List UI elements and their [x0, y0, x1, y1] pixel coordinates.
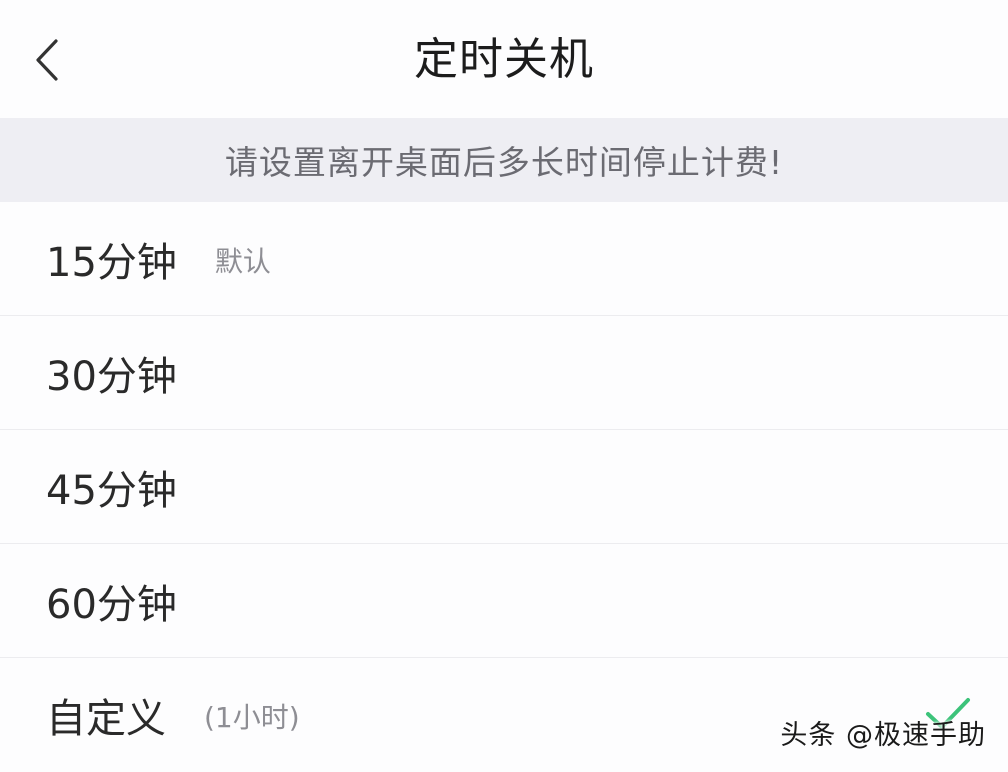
option-30-min[interactable]: 30分钟: [0, 316, 1008, 430]
default-tag: 默认: [214, 244, 271, 278]
duration-options-list: 15分钟 默认 30分钟 45分钟 60分钟 自定义 (1小时): [0, 202, 1008, 772]
notice-text: 请设置离开桌面后多长时间停止计费!: [224, 143, 784, 182]
option-label: 15分钟: [46, 239, 177, 286]
timer-shutdown-screen: 定时关机 请设置离开桌面后多长时间停止计费! 15分钟 默认 30分钟 45分钟…: [0, 0, 1008, 772]
option-label: 60分钟: [46, 581, 177, 628]
custom-value-note: (1小时): [204, 701, 300, 734]
notice-banner: 请设置离开桌面后多长时间停止计费!: [0, 118, 1008, 202]
option-label: 45分钟: [46, 467, 177, 514]
option-label: 自定义: [46, 696, 166, 742]
option-label: 30分钟: [46, 353, 177, 400]
page-title: 定时关机: [414, 34, 594, 85]
option-45-min[interactable]: 45分钟: [0, 430, 1008, 544]
option-15-min[interactable]: 15分钟 默认: [0, 202, 1008, 316]
option-60-min[interactable]: 60分钟: [0, 544, 1008, 658]
watermark: 头条 @极速手助: [780, 720, 986, 751]
top-bar: 定时关机: [0, 0, 1008, 118]
